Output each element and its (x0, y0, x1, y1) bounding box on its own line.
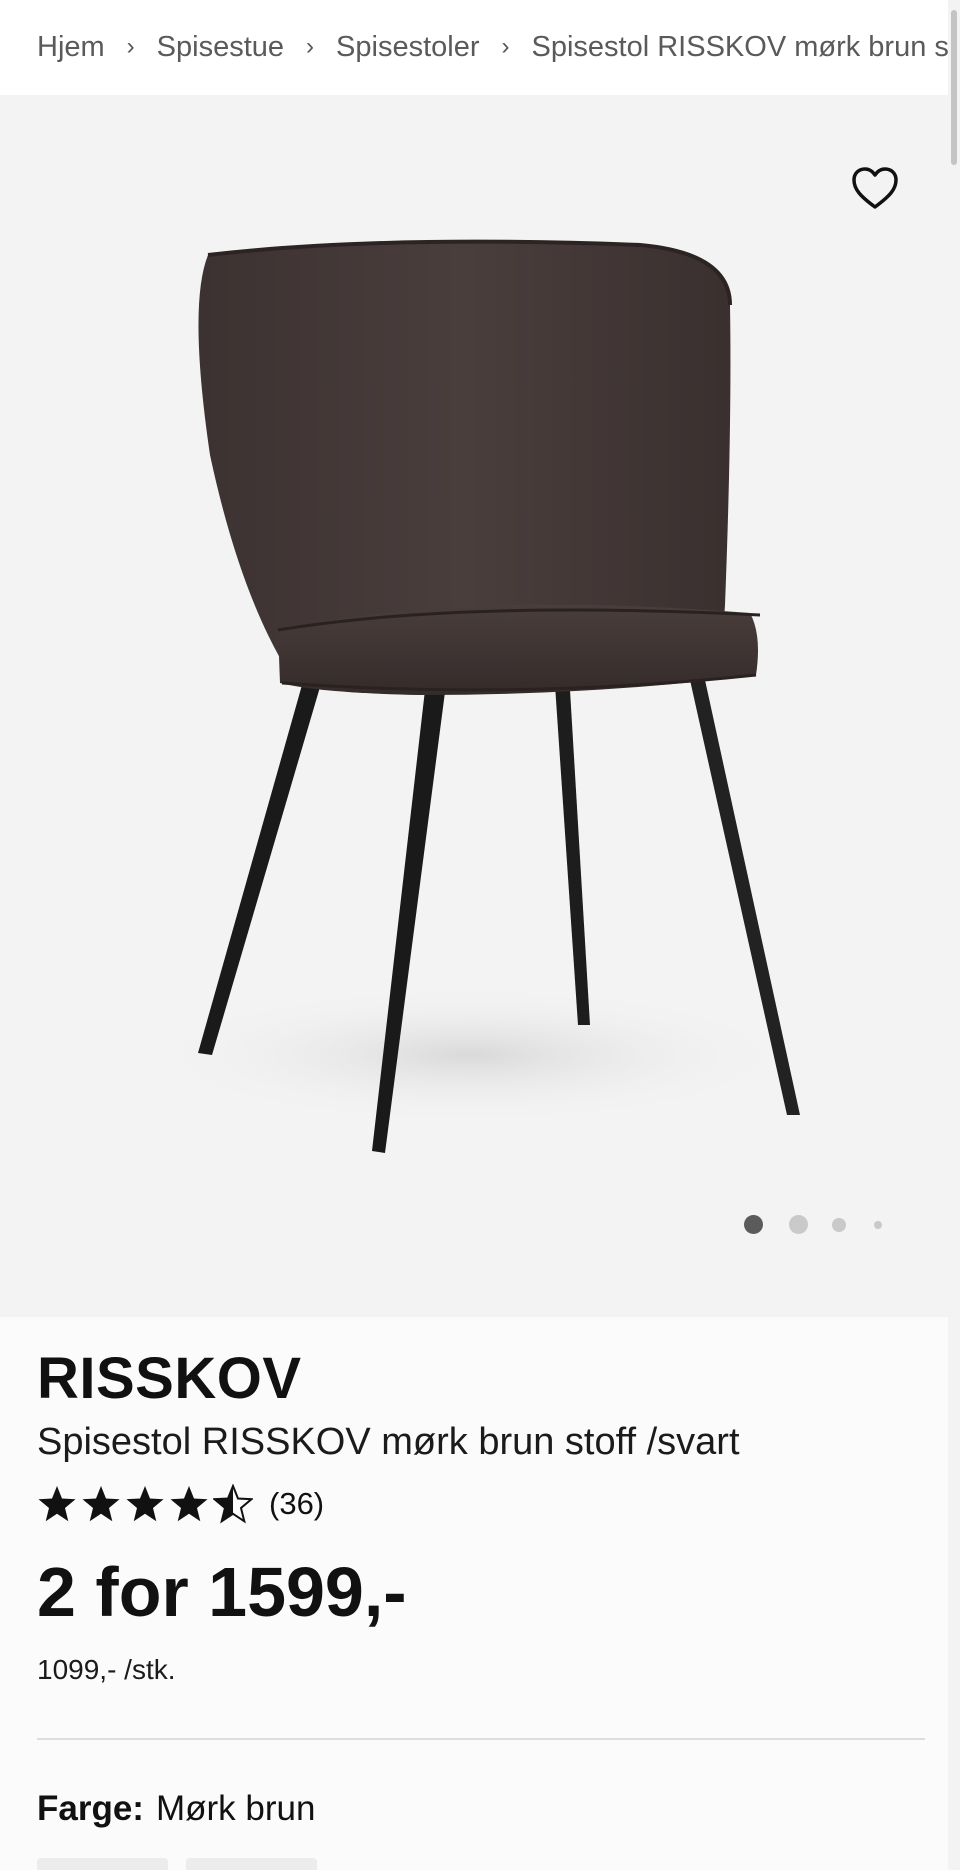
product-image-chair (140, 239, 800, 1153)
rating-stars (37, 1484, 253, 1524)
gallery-dot-2[interactable] (789, 1215, 808, 1234)
star-filled-icon (82, 1486, 120, 1522)
rating-count[interactable]: (36) (269, 1486, 324, 1522)
breadcrumb-current-product[interactable]: Spisestol RISSKOV mørk brun stoff /svart (532, 31, 949, 64)
gallery-pagination-dots (744, 1215, 882, 1234)
color-label: Farge: (37, 1789, 144, 1828)
gallery-dot-3[interactable] (832, 1217, 846, 1232)
color-selector-label: Farge: Mørk brun (37, 1789, 315, 1829)
breadcrumb-separator-icon: › (126, 32, 135, 60)
breadcrumb: Hjem › Spisestue › Spisestoler › Spisest… (0, 0, 948, 95)
breadcrumb-spisestoler[interactable]: Spisestoler (336, 31, 479, 64)
product-brand: RISSKOV (37, 1346, 302, 1411)
product-price: 2 for 1599,- (37, 1553, 407, 1631)
color-swatch-option[interactable] (37, 1858, 168, 1870)
breadcrumb-home[interactable]: Hjem (37, 31, 105, 64)
breadcrumb-spisestue[interactable]: Spisestue (157, 31, 284, 64)
star-filled-icon (126, 1486, 164, 1522)
color-swatch-option[interactable] (186, 1858, 317, 1870)
color-value: Mørk brun (155, 1789, 316, 1828)
gallery-dot-1[interactable] (744, 1215, 763, 1234)
star-filled-icon (38, 1486, 76, 1522)
star-half-icon (213, 1484, 253, 1524)
color-swatches (37, 1858, 317, 1870)
product-image-gallery[interactable] (0, 95, 948, 1317)
scrollbar-thumb[interactable] (951, 10, 957, 165)
unit-price: 1099,- /stk. (37, 1654, 176, 1685)
divider (37, 1738, 925, 1740)
product-rating[interactable]: (36) (37, 1482, 324, 1526)
star-filled-icon (170, 1486, 208, 1522)
scrollbar[interactable] (948, 0, 960, 1870)
breadcrumb-separator-icon: › (306, 32, 315, 60)
favorite-heart-icon[interactable] (850, 165, 900, 211)
breadcrumb-separator-icon: › (501, 32, 510, 60)
gallery-dot-4[interactable] (874, 1220, 882, 1229)
product-name: Spisestol RISSKOV mørk brun stoff /svart (37, 1421, 740, 1463)
